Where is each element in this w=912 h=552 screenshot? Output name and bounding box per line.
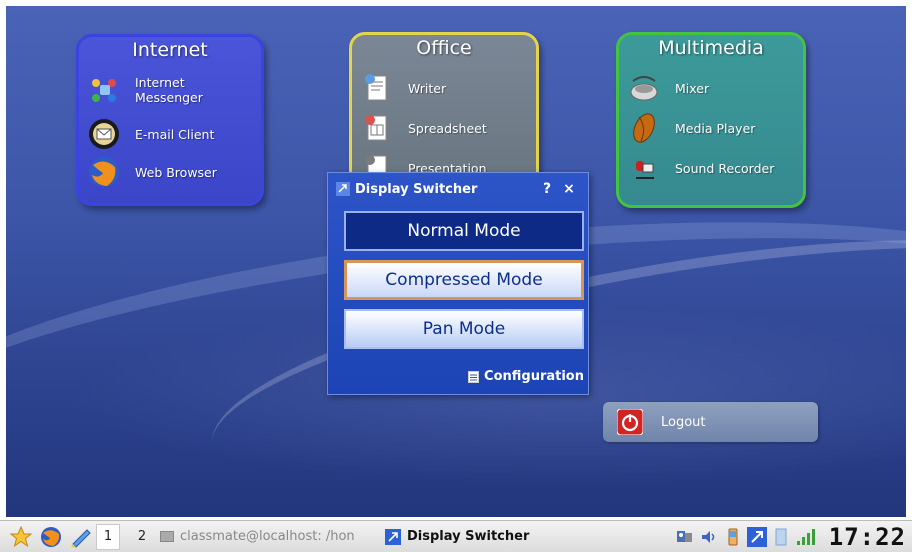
internet-messenger-launcher[interactable]: Internet Messenger [87, 73, 255, 107]
email-client-label: E-mail Client [135, 126, 215, 142]
network-icon[interactable] [673, 524, 697, 550]
sound-recorder-icon [627, 151, 661, 185]
screen-icon[interactable] [769, 524, 793, 550]
taskbar: 1 2 classmate@localhost: /hon Display Sw… [0, 520, 912, 552]
internet-group-title: Internet [132, 39, 208, 61]
cleaner-icon[interactable] [66, 524, 96, 550]
task-terminal[interactable]: classmate@localhost: /hon [154, 524, 379, 550]
mixer-label: Mixer [675, 80, 710, 96]
task-display-switcher[interactable]: Display Switcher [379, 524, 559, 550]
power-icon [616, 408, 644, 436]
battery-icon[interactable] [721, 524, 745, 550]
web-browser-icon[interactable] [36, 524, 66, 550]
office-group-title: Office [416, 37, 472, 59]
workspace-2-button[interactable]: 2 [130, 524, 154, 550]
configuration-label: Configuration [484, 369, 584, 384]
email-client-launcher[interactable]: E-mail Client [87, 117, 255, 151]
media-player-label: Media Player [675, 120, 756, 136]
display-switcher-title: Display Switcher [355, 181, 478, 197]
media-player-launcher[interactable]: Media Player [627, 111, 795, 145]
spreadsheet-launcher[interactable]: Spreadsheet [360, 111, 528, 145]
multimedia-group-title: Multimedia [658, 37, 764, 59]
email-client-icon [87, 117, 121, 151]
display-switcher-tray-icon[interactable] [745, 524, 769, 550]
favorites-star-icon[interactable] [6, 524, 36, 550]
mixer-launcher[interactable]: Mixer [627, 71, 795, 105]
terminal-icon [160, 531, 174, 542]
desktop: Internet Internet Messenger E-mail Clien… [6, 6, 906, 517]
display-switcher-dialog: Display Switcher ? × Normal Mode Compres… [327, 172, 589, 395]
volume-icon[interactable] [697, 524, 721, 550]
task-terminal-label: classmate@localhost: /hon [180, 529, 355, 544]
clock: 17:22 [828, 523, 906, 551]
writer-label: Writer [408, 80, 447, 96]
internet-group: Internet Internet Messenger E-mail Clien… [76, 34, 264, 206]
media-player-icon [627, 111, 661, 145]
configuration-link[interactable]: Configuration [468, 369, 584, 384]
display-switcher-titlebar[interactable]: Display Switcher ? × [328, 173, 588, 205]
writer-icon [360, 71, 394, 105]
web-browser-label: Web Browser [135, 164, 217, 180]
system-tray: 17:22 [673, 521, 906, 552]
signal-strength-icon[interactable] [793, 524, 817, 550]
writer-launcher[interactable]: Writer [360, 71, 528, 105]
multimedia-group: Multimedia Mixer Media Player Sound Reco… [616, 32, 806, 208]
task-display-switcher-label: Display Switcher [407, 529, 530, 544]
mixer-icon [627, 71, 661, 105]
logout-label: Logout [661, 414, 706, 430]
display-switcher-icon [336, 182, 350, 196]
internet-messenger-label: Internet Messenger [135, 75, 203, 105]
pan-mode-button[interactable]: Pan Mode [344, 309, 584, 349]
sound-recorder-label: Sound Recorder [675, 160, 775, 176]
web-browser-icon [87, 155, 121, 189]
web-browser-launcher[interactable]: Web Browser [87, 155, 255, 189]
messenger-icon [87, 73, 121, 107]
spreadsheet-label: Spreadsheet [408, 120, 487, 136]
document-icon [468, 370, 480, 383]
compressed-mode-button[interactable]: Compressed Mode [344, 260, 584, 300]
spreadsheet-icon [360, 111, 394, 145]
close-button[interactable]: × [558, 181, 580, 197]
logout-button[interactable]: Logout [603, 402, 818, 442]
help-button[interactable]: ? [536, 181, 558, 197]
normal-mode-button[interactable]: Normal Mode [344, 211, 584, 251]
display-switcher-icon [385, 528, 401, 545]
sound-recorder-launcher[interactable]: Sound Recorder [627, 151, 795, 185]
workspace-1-button[interactable]: 1 [96, 523, 120, 550]
